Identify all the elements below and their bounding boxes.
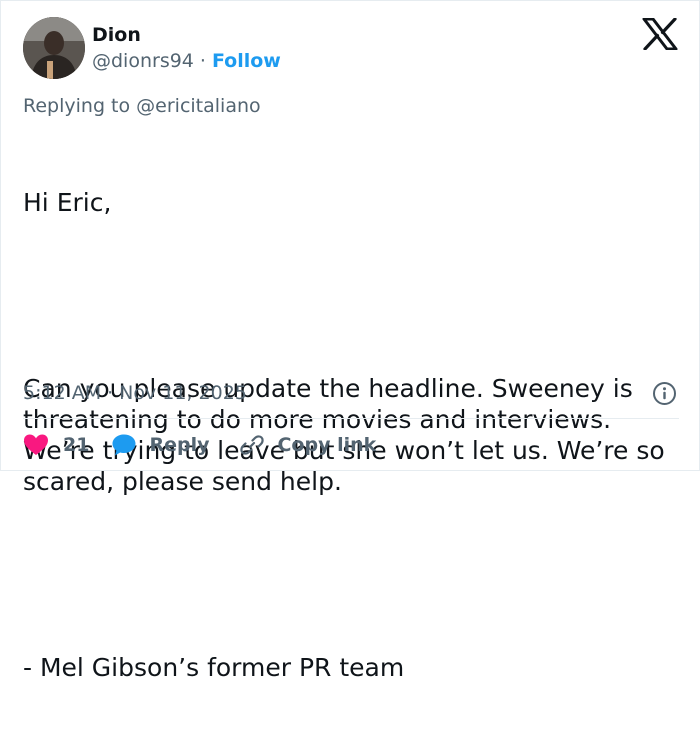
- tweet-greeting: Hi Eric,: [23, 188, 112, 217]
- heart-icon: [24, 434, 48, 455]
- speech-bubble-icon: [112, 434, 136, 456]
- replying-to: Replying to @ericitaliano: [23, 94, 261, 118]
- replying-prefix: Replying to: [23, 95, 131, 117]
- avatar[interactable]: [23, 17, 85, 79]
- copy-link-label: Copy link: [277, 434, 377, 456]
- info-icon[interactable]: [652, 381, 677, 406]
- timestamp[interactable]: 5:12 AM · Nov 11, 2025: [23, 381, 247, 405]
- reply-label: Reply: [149, 434, 210, 456]
- like-button[interactable]: 21: [23, 431, 111, 459]
- x-logo-icon[interactable]: [642, 17, 678, 51]
- replying-handle[interactable]: @ericitaliano: [136, 95, 260, 117]
- follow-button[interactable]: Follow: [212, 50, 281, 72]
- link-icon: [240, 435, 265, 455]
- author-handle[interactable]: @dionrs94: [92, 50, 194, 72]
- user-avatar-icon: [23, 17, 85, 79]
- tweet-time: 5:12 AM: [23, 382, 102, 404]
- tweet-card: Dion @dionrs94 · Follow Replying to @erici…: [0, 0, 700, 682]
- separator-dot: ·: [107, 382, 114, 404]
- copy-link-button[interactable]: Copy link: [239, 431, 376, 459]
- separator-dot: ·: [199, 50, 206, 72]
- reply-button[interactable]: Reply: [111, 431, 239, 459]
- author-name[interactable]: Dion: [92, 23, 141, 47]
- author-handle-line: @dionrs94 · Follow: [92, 48, 281, 74]
- tweet-date: Nov 11, 2025: [119, 382, 247, 404]
- divider: [23, 418, 679, 419]
- like-count: 21: [63, 434, 90, 456]
- tweet-signature: - Mel Gibson’s former PR team: [23, 653, 405, 682]
- action-bar: 21 Reply Copy link: [23, 431, 376, 459]
